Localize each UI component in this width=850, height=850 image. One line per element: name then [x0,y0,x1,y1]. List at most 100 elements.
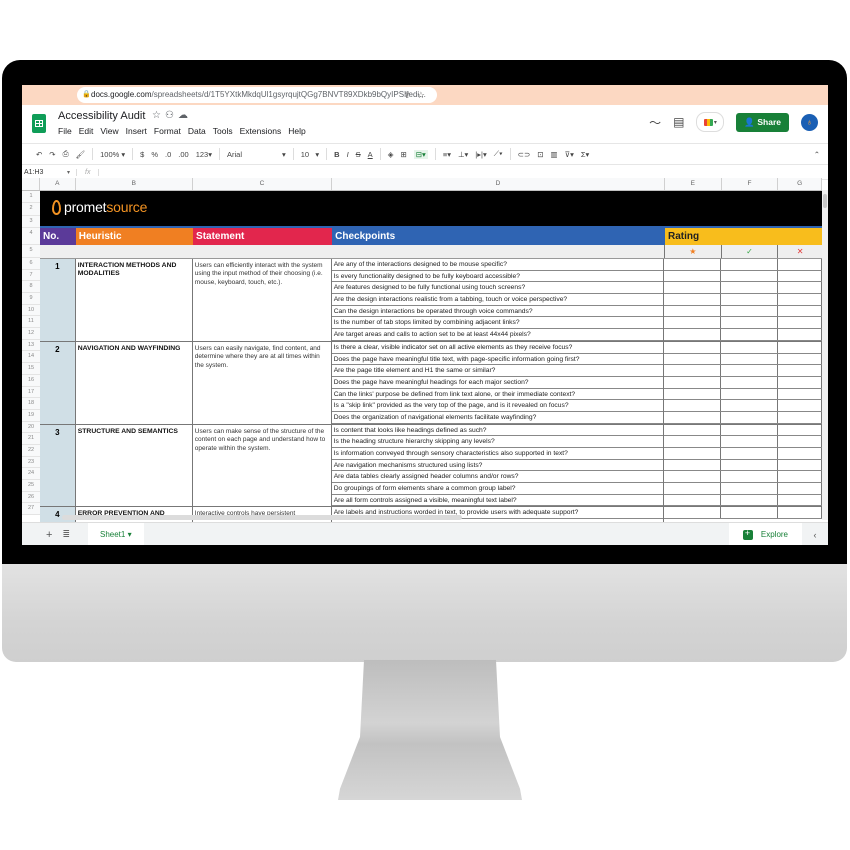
rating-fail-cell[interactable] [778,317,822,329]
rating-fail-cell[interactable] [778,353,822,365]
heuristic-number[interactable]: 1 [40,259,76,341]
rating-star-cell[interactable] [664,388,721,400]
text-wrap-icon[interactable]: |▸|▾ [475,150,486,159]
vertical-align-icon[interactable]: ⊥▾ [458,150,468,159]
column-header[interactable]: G [778,178,823,190]
rating-pass-cell[interactable] [721,448,778,459]
header-statement[interactable]: Statement [193,228,333,245]
row-header[interactable]: 9 [22,293,40,305]
checkpoint-cell[interactable]: Are any of the interactions designed to … [331,259,663,271]
heuristic-statement[interactable]: Users can make sense of the structure of… [193,424,332,507]
all-sheets-icon[interactable]: ≣ [62,529,70,540]
rating-pass-cell[interactable] [721,365,778,376]
rating-star-cell[interactable] [664,365,721,376]
name-box[interactable]: A1:H3 [22,169,72,176]
row-header[interactable]: 2 [22,203,40,216]
row-header[interactable]: 17 [22,387,40,399]
paint-format-icon[interactable]: 🖌 [76,150,86,159]
row-header[interactable]: 4 [22,228,40,245]
row-header[interactable]: 10 [22,305,40,317]
rating-fail-cell[interactable] [778,436,822,447]
rating-fail-cell[interactable] [778,400,822,411]
checkpoint-cell[interactable]: Is the heading structure hierarchy skipp… [331,436,663,448]
cross-icon[interactable]: ✕ [778,245,822,258]
checkpoint-cell[interactable]: Are navigation mechanisms structured usi… [331,460,663,472]
rating-fail-cell[interactable] [778,459,822,471]
row-header[interactable]: 7 [22,270,40,282]
font-size-select[interactable]: 10 ▾ [301,150,319,159]
rating-pass-cell[interactable] [721,270,778,282]
rating-star-cell[interactable] [664,400,721,411]
rating-fail-cell[interactable] [778,411,822,423]
row-header[interactable]: 15 [22,363,40,375]
rating-pass-cell[interactable] [721,259,778,270]
rating-pass-cell[interactable] [721,317,778,329]
side-panel-toggle-icon[interactable]: ‹ [802,530,828,540]
rating-star-cell[interactable] [664,305,721,317]
checkpoint-cell[interactable]: Is the number of tab stops limited by co… [331,317,663,330]
rating-fail-cell[interactable] [778,282,822,294]
row-header[interactable]: 25 [22,480,40,492]
column-header[interactable]: C [193,178,333,190]
share-page-icon[interactable]: ⇪ [403,90,417,100]
document-title[interactable]: Accessibility Audit [58,110,145,122]
move-folder-icon[interactable]: ⚇ [165,110,178,121]
menu-data[interactable]: Data [188,126,206,136]
checkpoint-cell[interactable]: Does the page have meaningful title text… [331,354,663,366]
menu-help[interactable]: Help [288,126,305,136]
increase-decimal-button[interactable]: .00 [178,150,188,159]
row-header[interactable]: 22 [22,445,40,457]
italic-button[interactable]: I [347,150,349,159]
rating-pass-cell[interactable] [721,424,778,436]
meet-button[interactable]: ▾ [696,112,725,132]
bookmark-star-icon[interactable]: ☆ [417,90,431,100]
rating-pass-cell[interactable] [721,353,778,365]
rating-pass-cell[interactable] [721,305,778,317]
heuristic-statement[interactable]: Users can easily navigate, find content,… [193,341,332,424]
rating-star-cell[interactable] [664,376,721,388]
row-header[interactable]: 18 [22,398,40,410]
header-no[interactable]: No. [40,228,76,245]
star-icon[interactable]: ☆ [152,110,165,121]
rating-pass-cell[interactable] [721,459,778,471]
menu-format[interactable]: Format [154,126,181,136]
address-bar[interactable]: 🔒 docs.google.com/spreadsheets/d/1T5YXtk… [77,87,437,103]
filter-icon[interactable]: ⊽▾ [565,150,574,159]
row-header[interactable]: 14 [22,351,40,364]
add-sheet-icon[interactable]: + [46,529,52,541]
rating-star-cell[interactable] [664,483,721,494]
rating-fail-cell[interactable] [778,507,822,519]
rating-fail-cell[interactable] [778,341,822,353]
print-icon[interactable]: ⎙ [63,149,69,159]
percent-format-button[interactable]: % [151,150,158,159]
checkpoint-cell[interactable]: Is information conveyed through sensory … [331,448,663,460]
checkpoint-cell[interactable]: Does the organization of navigational el… [331,412,663,424]
scroll-thumb[interactable] [823,194,827,208]
rating-fail-cell[interactable] [778,365,822,376]
comments-icon[interactable]: ▤ [673,115,684,129]
checkpoint-cell[interactable]: Are features designed to be fully functi… [331,282,663,295]
heuristic-name[interactable]: NAVIGATION AND WAYFINDING [76,341,193,424]
rating-fail-cell[interactable] [778,305,822,317]
rating-star-cell[interactable] [664,341,721,353]
checkpoint-cell[interactable]: Is every functionality designed to be fu… [331,271,663,283]
text-color-button[interactable]: A [368,150,373,159]
menu-file[interactable]: File [58,126,72,136]
checkmark-icon[interactable]: ✓ [722,245,779,258]
tab-sheet1[interactable]: Sheet1 ▾ [87,523,144,545]
rating-star-cell[interactable] [664,282,721,294]
checkpoint-cell[interactable]: Is a "skip link" provided as the very to… [331,400,663,412]
rating-pass-cell[interactable] [721,376,778,388]
zoom-select[interactable]: 100% ▾ [100,150,125,159]
rating-pass-cell[interactable] [721,282,778,294]
checkpoint-cell[interactable]: Is content that looks like headings defi… [331,425,663,437]
checkpoint-cell[interactable]: Does the page have meaningful headings f… [331,377,663,389]
checkpoint-cell[interactable]: Do groupings of form elements share a co… [331,483,663,495]
fill-color-icon[interactable]: ◈ [388,150,394,159]
rating-fail-cell[interactable] [778,388,822,400]
column-header[interactable]: F [722,178,779,190]
row-header[interactable]: 5 [22,245,40,258]
star-rating-icon[interactable]: ★ [665,245,722,258]
undo-icon[interactable]: ↶ [36,150,42,159]
share-button[interactable]: 👤 Share [736,112,789,132]
